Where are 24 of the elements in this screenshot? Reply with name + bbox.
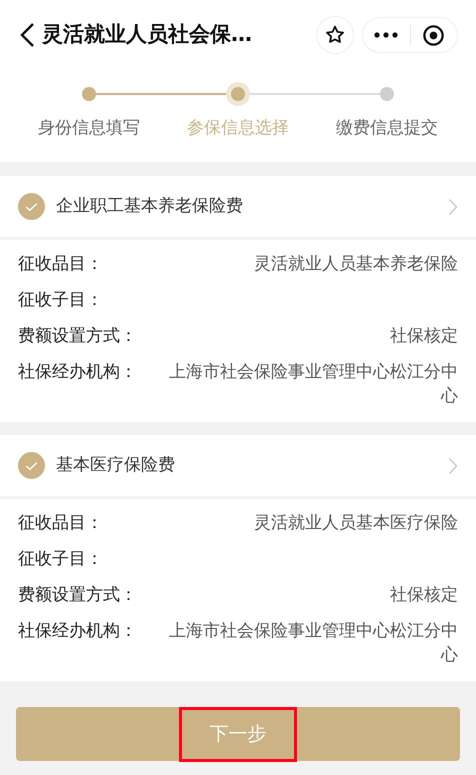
- field-label: 费额设置方式：: [18, 584, 137, 607]
- field-label: 费额设置方式：: [18, 325, 137, 348]
- check-icon[interactable]: [18, 193, 45, 220]
- field-value: 上海市社会保险事业管理中心松江分中心: [168, 361, 458, 408]
- field-value: 灵活就业人员基本养老保险: [253, 253, 458, 276]
- section-title: 基本医疗保险费: [56, 454, 176, 477]
- step-label: 缴费信息提交: [335, 117, 439, 140]
- field-label: 征收子目：: [18, 289, 103, 312]
- field-value: 社保核定: [389, 325, 458, 348]
- section-title: 企业职工基本养老保险费: [56, 194, 244, 218]
- field-label: 社保经办机构：: [18, 620, 137, 643]
- field-label: 社保经办机构：: [18, 361, 137, 384]
- field-value: 社保核定: [389, 584, 458, 607]
- back-icon[interactable]: [18, 21, 36, 49]
- step-label: 身份信息填写: [37, 117, 141, 140]
- step-label: 参保信息选择: [186, 117, 290, 140]
- field-label: 征收子目：: [18, 548, 103, 571]
- check-icon[interactable]: [18, 452, 45, 479]
- field-value: 上海市社会保险事业管理中心松江分中心: [168, 620, 458, 667]
- page-title: 灵活就业人员社会保…: [42, 21, 252, 48]
- field-label: 征收品目：: [18, 512, 103, 535]
- field-label: 征收品目：: [18, 253, 103, 276]
- field-value: 灵活就业人员基本医疗保险: [253, 512, 458, 535]
- next-step-button[interactable]: 下一步: [16, 707, 460, 761]
